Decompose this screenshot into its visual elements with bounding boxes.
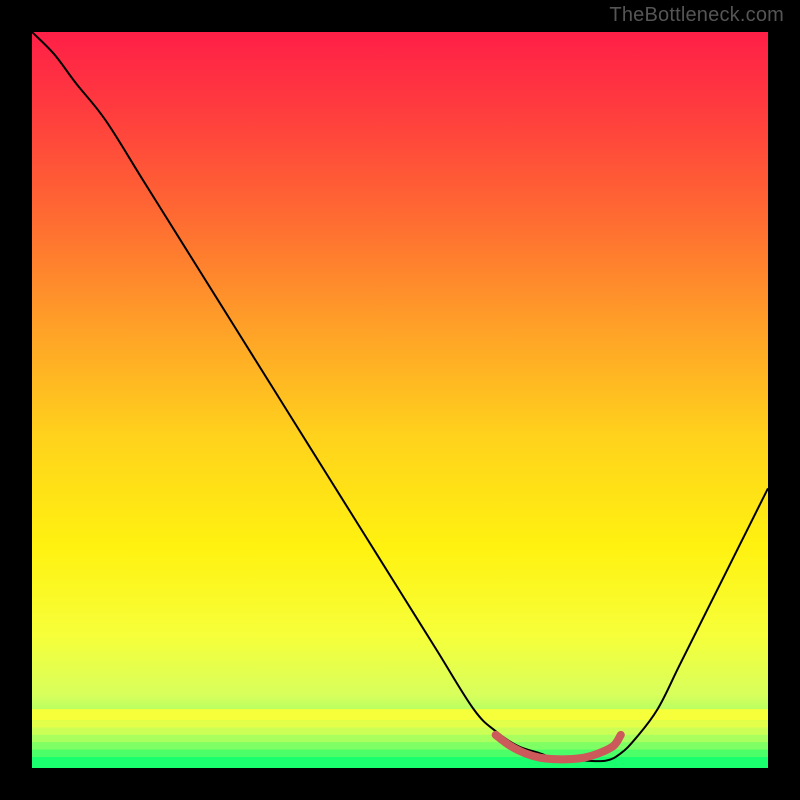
chart-container: TheBottleneck.com — [0, 0, 800, 800]
bottom-stripe — [32, 742, 768, 749]
bottom-stripe — [32, 728, 768, 735]
chart-plot-area — [32, 32, 768, 768]
bottom-stripe — [32, 757, 768, 768]
gradient-background — [32, 32, 768, 768]
bottom-stripe — [32, 720, 768, 727]
bottom-stripe — [32, 750, 768, 757]
bottom-stripe — [32, 735, 768, 742]
watermark-text: TheBottleneck.com — [609, 4, 784, 27]
chart-svg — [32, 32, 768, 768]
